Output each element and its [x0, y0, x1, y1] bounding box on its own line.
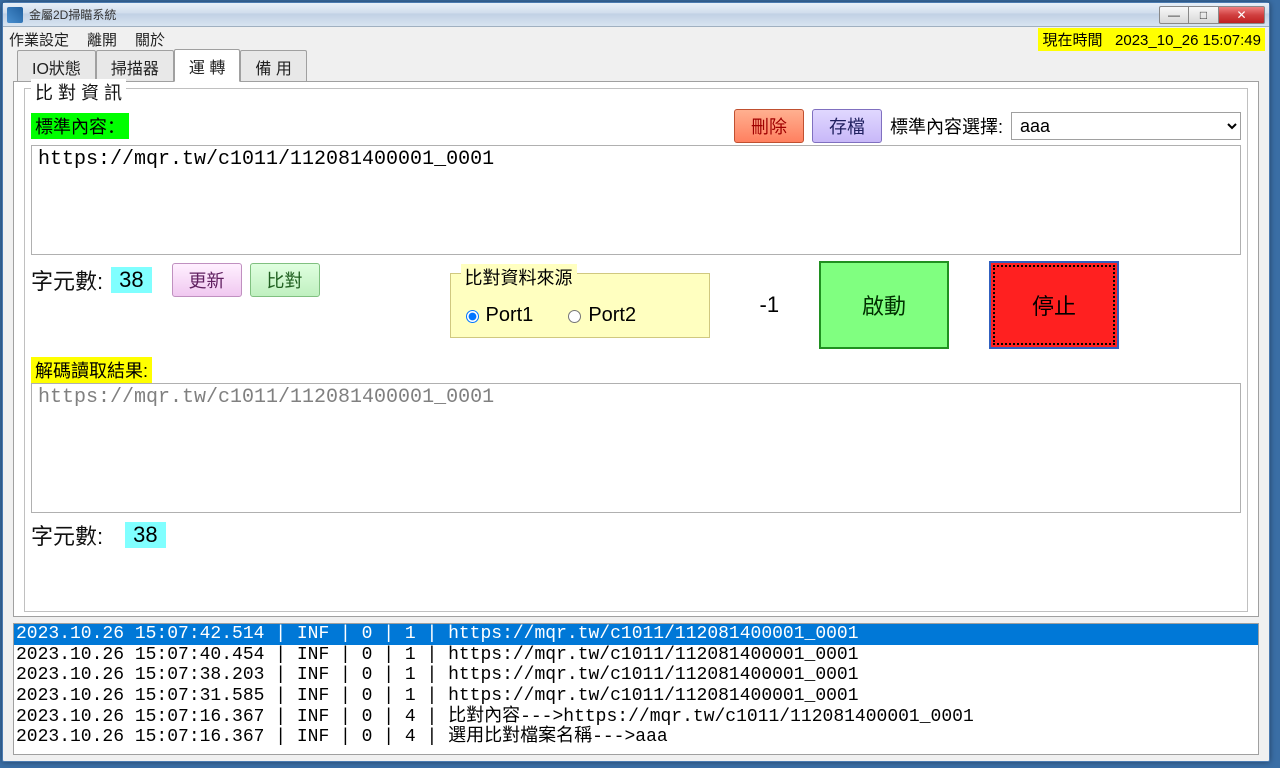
- log-row[interactable]: 2023.10.26 15:07:31.585 | INF | 0 | 1 | …: [14, 686, 1258, 707]
- standard-label: 標準內容：: [31, 113, 129, 139]
- port-group: 比對資料來源 Port1 Port2: [450, 273, 710, 338]
- decode-text[interactable]: https://mqr.tw/c1011/112081400001_0001: [31, 383, 1241, 513]
- menu-about[interactable]: 關於: [135, 29, 165, 50]
- tab-strip: IO狀態 掃描器 運 轉 備 用: [17, 53, 1269, 81]
- status-value: -1: [760, 292, 780, 318]
- port1-radio[interactable]: Port1: [461, 304, 534, 327]
- decode-label: 解碼讀取結果:: [31, 357, 152, 383]
- save-button[interactable]: 存檔: [812, 109, 882, 143]
- port1-radio-input[interactable]: [466, 310, 479, 323]
- start-button[interactable]: 啟動: [819, 261, 949, 349]
- port2-radio[interactable]: Port2: [563, 304, 636, 327]
- standard-select[interactable]: aaa: [1011, 112, 1241, 140]
- main-window: 金屬2D掃瞄系統 — □ ✕ 作業設定 離開 關於 現在時間 2023_10_2…: [2, 2, 1270, 762]
- log-row[interactable]: 2023.10.26 15:07:16.367 | INF | 0 | 4 | …: [14, 727, 1258, 748]
- char-count-value-1: 38: [111, 267, 151, 293]
- port-legend: 比對資料來源: [461, 264, 577, 290]
- standard-select-label: 標準內容選擇:: [890, 113, 1003, 139]
- window-buttons: — □ ✕: [1159, 6, 1265, 24]
- log-row[interactable]: 2023.10.26 15:07:40.454 | INF | 0 | 1 | …: [14, 645, 1258, 666]
- time-label: 現在時間: [1042, 32, 1102, 49]
- char-count-label-1: 字元數:: [31, 264, 103, 296]
- log-row[interactable]: 2023.10.26 15:07:38.203 | INF | 0 | 1 | …: [14, 665, 1258, 686]
- log-row[interactable]: 2023.10.26 15:07:42.514 | INF | 0 | 1 | …: [14, 624, 1258, 645]
- menubar: 作業設定 離開 關於 現在時間 2023_10_26 15:07:49: [3, 27, 1269, 51]
- log-list[interactable]: 2023.10.26 15:07:42.514 | INF | 0 | 1 | …: [13, 623, 1259, 755]
- port1-label: Port1: [486, 304, 534, 327]
- update-button[interactable]: 更新: [172, 263, 242, 297]
- standard-text[interactable]: https://mqr.tw/c1011/112081400001_0001: [31, 145, 1241, 255]
- tab-scanner[interactable]: 掃描器: [96, 50, 174, 82]
- current-time-badge: 現在時間 2023_10_26 15:07:49: [1038, 28, 1265, 51]
- standard-row: 標準內容： 刪除 存檔 標準內容選擇: aaa: [31, 109, 1241, 143]
- delete-button[interactable]: 刪除: [734, 109, 804, 143]
- compare-legend: 比 對 資 訊: [31, 79, 126, 105]
- compare-button[interactable]: 比對: [250, 263, 320, 297]
- tab-run[interactable]: 運 轉: [174, 49, 240, 82]
- tab-io-status[interactable]: IO狀態: [17, 50, 96, 82]
- port2-radio-input[interactable]: [568, 310, 581, 323]
- close-button[interactable]: ✕: [1219, 6, 1265, 24]
- minimize-button[interactable]: —: [1159, 6, 1189, 24]
- char-count-label-2: 字元數:: [31, 519, 103, 551]
- port2-label: Port2: [588, 304, 636, 327]
- compare-fieldset: 比 對 資 訊 標準內容： 刪除 存檔 標準內容選擇: aaa https://…: [24, 88, 1248, 612]
- menu-exit[interactable]: 離開: [87, 29, 117, 50]
- time-value: 2023_10_26 15:07:49: [1115, 32, 1261, 49]
- stop-button[interactable]: 停止: [989, 261, 1119, 349]
- window-title: 金屬2D掃瞄系統: [29, 6, 1159, 23]
- tab-content: 比 對 資 訊 標準內容： 刪除 存檔 標準內容選擇: aaa https://…: [13, 81, 1259, 617]
- maximize-button[interactable]: □: [1189, 6, 1219, 24]
- titlebar: 金屬2D掃瞄系統 — □ ✕: [3, 3, 1269, 27]
- char-count-value-2: 38: [125, 522, 165, 548]
- log-row[interactable]: 2023.10.26 15:07:16.367 | INF | 0 | 4 | …: [14, 707, 1258, 728]
- menu-settings[interactable]: 作業設定: [9, 29, 69, 50]
- mid-row: 字元數: 38 更新 比對 比對資料來源 Port1 Port2 -1: [31, 259, 1241, 351]
- app-icon: [7, 7, 23, 23]
- tab-reserve[interactable]: 備 用: [240, 50, 306, 82]
